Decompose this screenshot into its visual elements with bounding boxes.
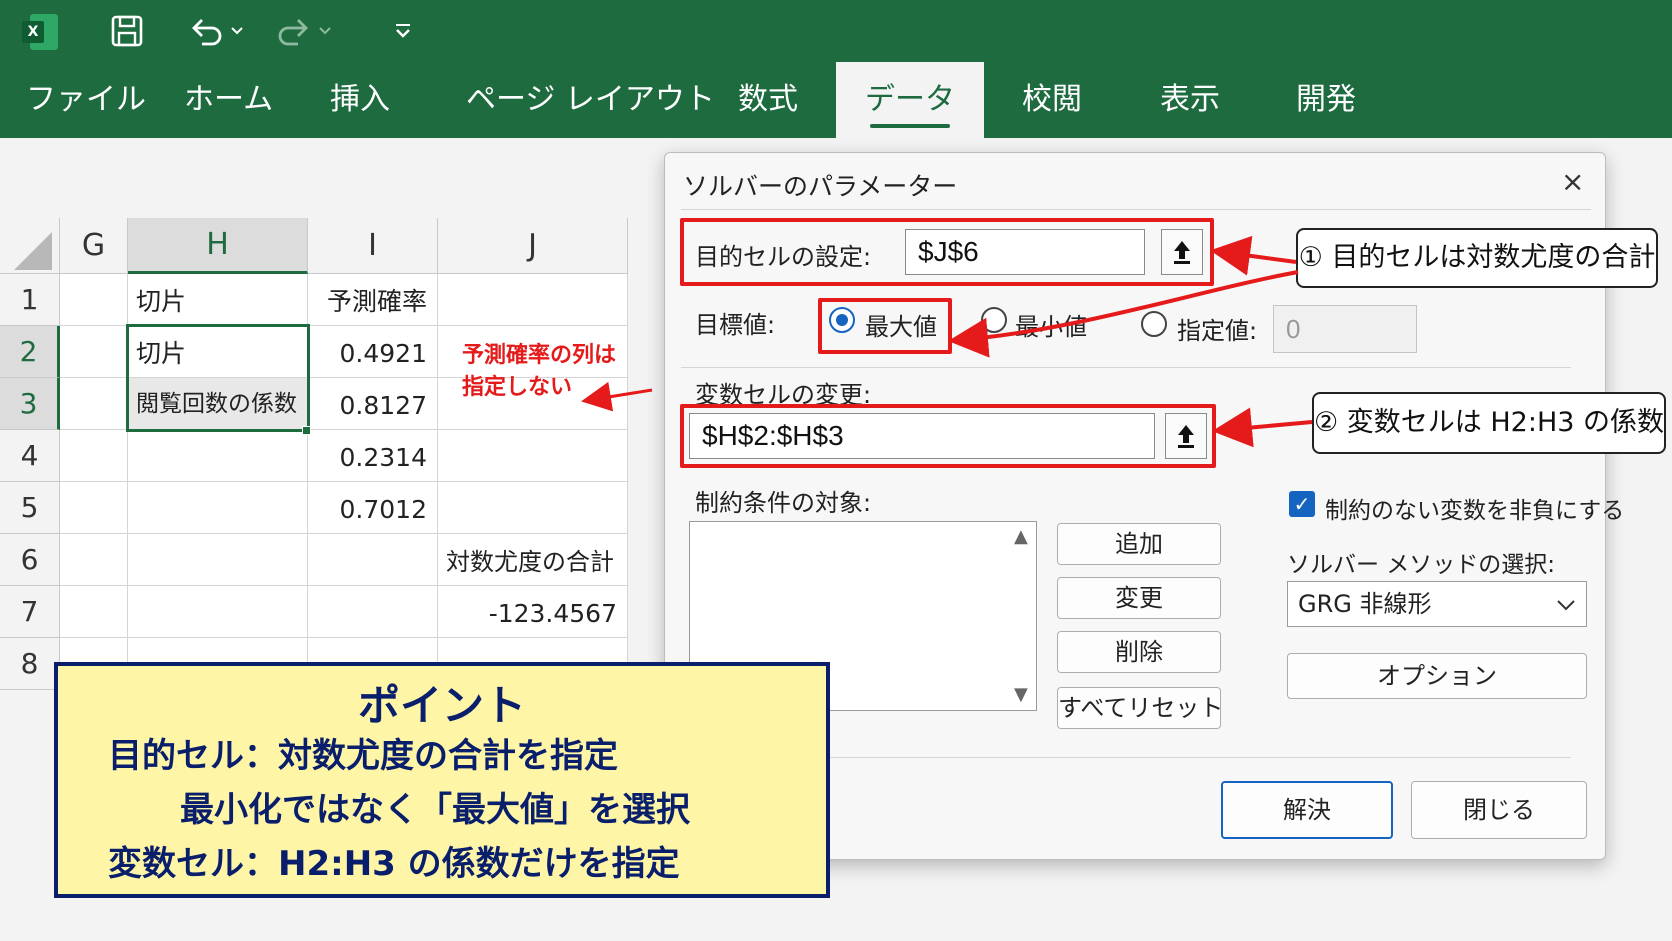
- arrow-callout2-variable: [1212, 407, 1313, 448]
- point-title: ポイント: [358, 681, 527, 730]
- point-line-2: 最小化ではなく「最大値」を選択: [180, 790, 690, 830]
- arrow-callout1-objective: [1210, 235, 1297, 276]
- arrow-callout1-max: [948, 270, 1299, 358]
- point-line-3: 変数セル：H2:H3 の係数だけを指定: [108, 844, 680, 884]
- arrow-note: [581, 381, 653, 412]
- point-summary-box: ポイント 目的セル：対数尤度の合計を指定 最小化ではなく「最大値」を選択 変数セ…: [54, 662, 830, 898]
- point-line-1: 目的セル：対数尤度の合計を指定: [108, 736, 618, 776]
